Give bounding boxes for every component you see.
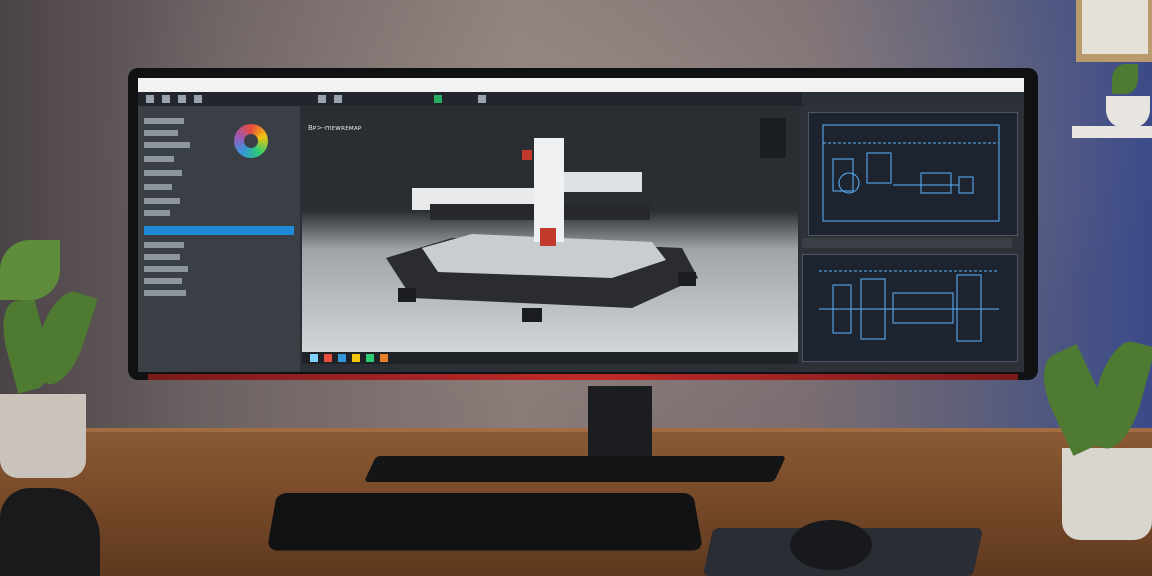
app-toolbar [138,92,802,106]
edit-icon[interactable] [162,95,170,103]
shelf-plant-pot [1106,96,1150,128]
blueprint-top-view[interactable] [808,112,1018,236]
property-row[interactable] [144,170,182,176]
property-row[interactable] [144,198,180,204]
tools-icon[interactable] [194,95,202,103]
search-icon[interactable] [324,354,332,362]
settings-icon[interactable] [478,95,486,103]
property-row[interactable] [144,210,170,216]
browser-icon[interactable] [338,354,346,362]
spindle-column [534,138,564,242]
gantry-right-rail [552,172,642,192]
photo-scene: Bᴘ>-mᴇᴡʀᴇᴍᴀᴘ [0,0,1152,576]
color-wheel-center [244,134,258,148]
cnc-machine-model [386,138,698,322]
blueprint-side-drawing [819,270,999,342]
wall-picture [1082,0,1148,54]
wall-shelf [1072,126,1152,138]
shelf-plant-leaf [1112,64,1138,94]
tree-item[interactable] [144,254,180,260]
tree-item[interactable] [144,278,182,284]
left-plant-pot [0,394,86,478]
left-plant-leaf [0,240,60,300]
blueprint-side-view[interactable] [802,254,1018,362]
monitor-stand-neck [588,386,652,462]
keyboard [266,493,704,551]
monitor-screen: Bᴘ>-mᴇᴡʀᴇᴍᴀᴘ [138,78,1024,372]
app-icon[interactable] [380,354,388,362]
machine-foot [398,288,416,302]
tree-item-selected[interactable] [144,226,294,235]
property-row[interactable] [144,184,172,190]
app-title-bar [138,78,1024,92]
mail-icon[interactable] [366,354,374,362]
monitor-accent-strip [148,374,1018,380]
property-row[interactable] [144,142,190,148]
computer-mouse [790,520,872,570]
tree-item[interactable] [144,266,188,272]
files-icon[interactable] [352,354,360,362]
render-icon[interactable] [318,95,326,103]
tree-item[interactable] [144,290,186,296]
property-row[interactable] [144,156,174,162]
spindle-accent [522,150,532,160]
machine-foot [522,308,542,322]
tree-item[interactable] [144,242,184,248]
file-icon[interactable] [146,95,154,103]
grid-icon[interactable] [334,95,342,103]
monitor-stand-base [363,456,787,482]
machine-foot [678,272,696,286]
thumbnail-strip[interactable] [760,118,786,158]
spindle-head [540,228,556,246]
blueprint-tabs[interactable] [802,238,1012,248]
blueprint-top-drawing [822,124,1000,222]
measure-icon[interactable] [434,95,442,103]
property-row[interactable] [144,130,178,136]
property-row[interactable] [144,118,184,124]
right-plant-pot [1062,448,1152,540]
taskbar [302,352,798,364]
start-icon[interactable] [310,354,318,362]
view-icon[interactable] [178,95,186,103]
